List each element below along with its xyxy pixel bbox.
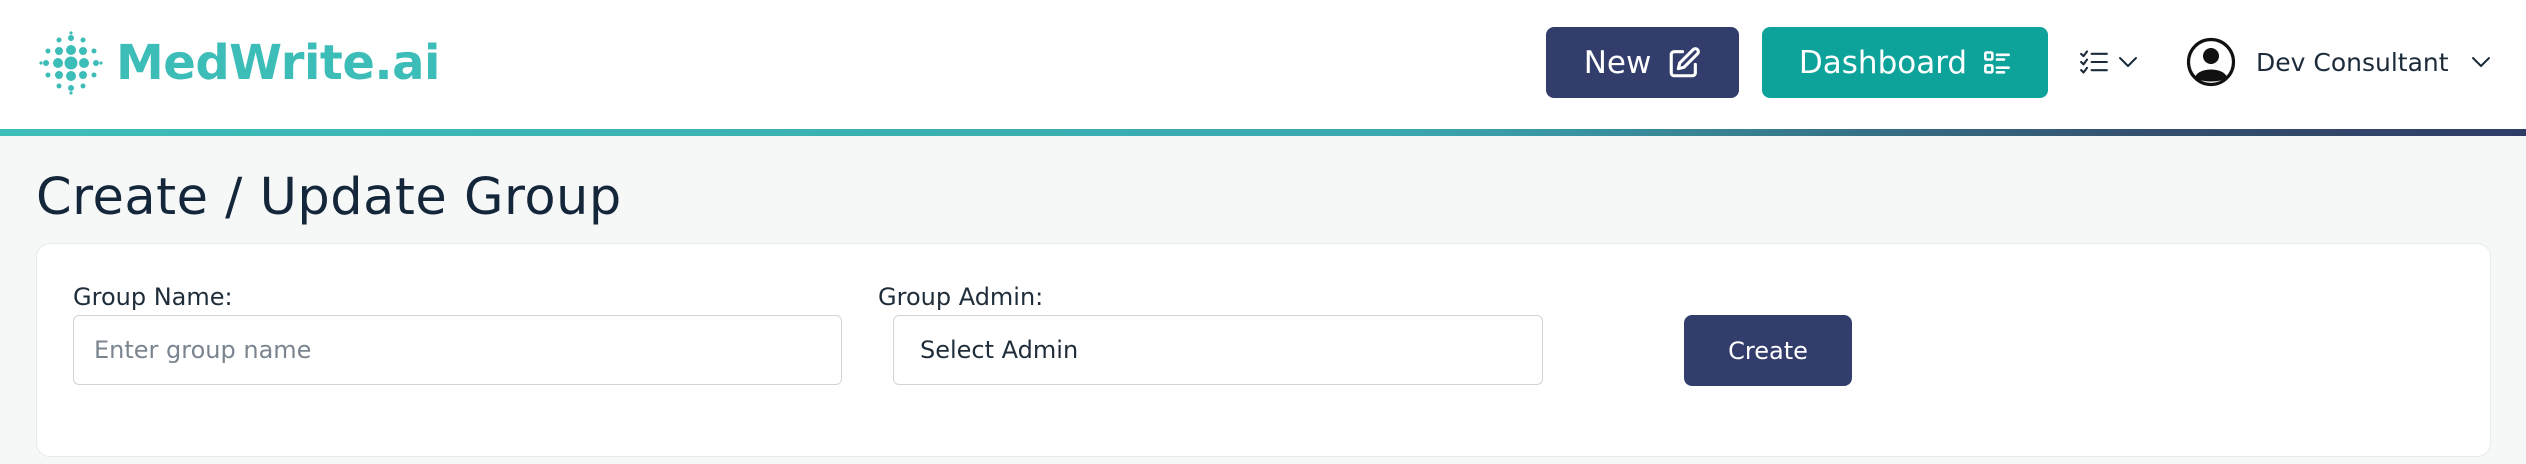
group-admin-selected-value: Select Admin bbox=[920, 336, 1079, 364]
brand-logo[interactable]: MedWrite.ai bbox=[38, 30, 440, 96]
dashboard-button[interactable]: Dashboard bbox=[1762, 27, 2048, 98]
edit-square-icon bbox=[1670, 46, 1701, 77]
chevron-down-icon bbox=[2119, 57, 2137, 67]
dashboard-button-label: Dashboard bbox=[1798, 44, 1968, 81]
user-circle-icon bbox=[2186, 37, 2236, 87]
new-button[interactable]: New bbox=[1546, 27, 1739, 98]
new-button-label: New bbox=[1583, 44, 1652, 81]
group-admin-select[interactable]: Select Admin bbox=[893, 315, 1543, 385]
user-menu[interactable]: Dev Consultant bbox=[2186, 36, 2491, 88]
group-name-input[interactable] bbox=[73, 315, 842, 385]
page-title: Create / Update Group bbox=[36, 168, 622, 227]
group-admin-label: Group Admin: bbox=[878, 283, 1044, 311]
list-checks-icon bbox=[2080, 50, 2108, 74]
logo-dots-icon bbox=[39, 31, 103, 95]
create-button-label: Create bbox=[1728, 336, 1808, 365]
top-navbar: MedWrite.ai New Dashboard Dev Consultant bbox=[0, 0, 2526, 129]
brand-name: MedWrite.ai bbox=[116, 35, 440, 91]
list-menu-dropdown[interactable] bbox=[2080, 42, 2138, 82]
chevron-down-icon bbox=[2471, 57, 2490, 67]
group-name-label: Group Name: bbox=[73, 283, 233, 311]
header-accent-bar bbox=[0, 129, 2526, 136]
user-name: Dev Consultant bbox=[2256, 47, 2449, 77]
checklist-icon bbox=[1984, 50, 2011, 74]
create-button[interactable]: Create bbox=[1684, 315, 1852, 386]
